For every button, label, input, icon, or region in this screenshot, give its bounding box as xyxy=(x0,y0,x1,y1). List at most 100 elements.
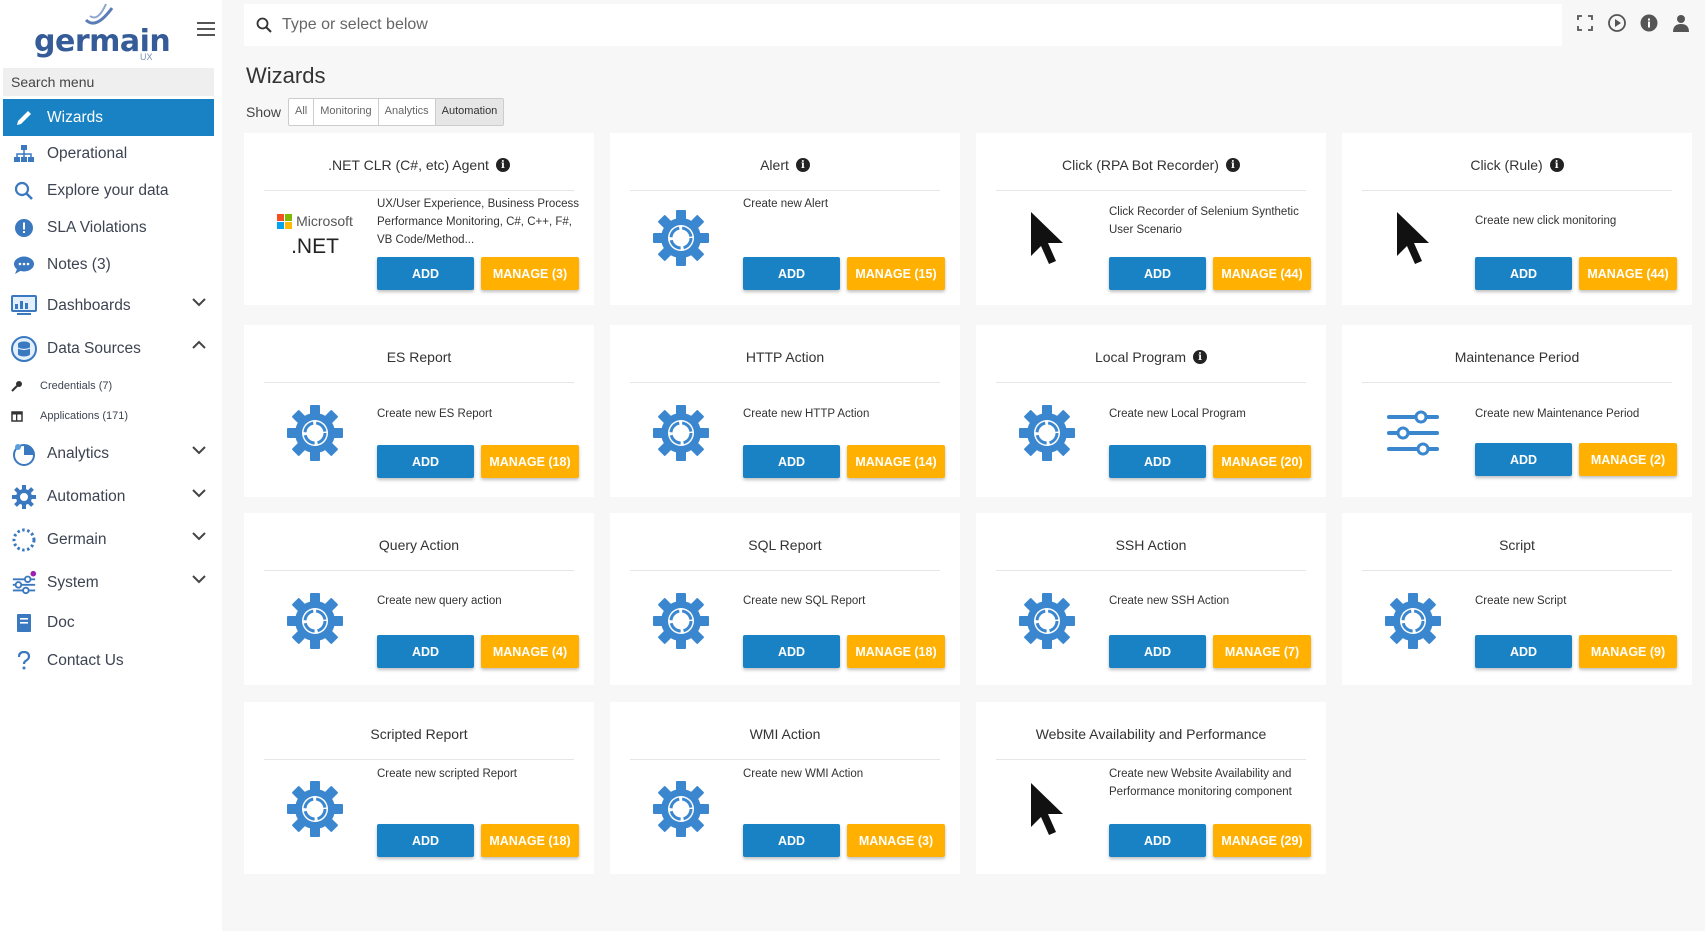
add-button[interactable]: ADD xyxy=(377,445,474,478)
divider xyxy=(996,759,1306,760)
manage-button[interactable]: MANAGE (2) xyxy=(1579,443,1677,476)
global-search-input[interactable] xyxy=(282,12,1082,38)
chevron-up-icon[interactable] xyxy=(192,340,206,350)
chevron-down-icon[interactable] xyxy=(192,488,206,498)
card-title: Scripted Report xyxy=(244,726,594,742)
microsoft-logo-icon xyxy=(277,213,293,229)
manage-button[interactable]: MANAGE (20) xyxy=(1213,445,1311,478)
info-icon[interactable]: i xyxy=(1549,158,1564,172)
hierarchy-icon xyxy=(11,142,37,166)
filter-monitoring[interactable]: Monitoring xyxy=(314,99,379,125)
top-search-bar xyxy=(244,4,1562,46)
sidebar-item-analytics[interactable]: Analytics xyxy=(3,436,214,472)
gear-icon xyxy=(1378,586,1448,656)
chevron-down-icon[interactable] xyxy=(192,297,206,307)
user-icon[interactable] xyxy=(1672,14,1690,32)
cursor-icon xyxy=(1012,774,1082,844)
chevron-down-icon[interactable] xyxy=(192,574,206,584)
add-button[interactable]: ADD xyxy=(377,824,474,857)
sidebar-item-sla[interactable]: SLA Violations xyxy=(3,210,214,246)
manage-button[interactable]: MANAGE (4) xyxy=(481,635,579,668)
germain-logo[interactable]: germain UX xyxy=(30,2,171,64)
manage-button[interactable]: MANAGE (15) xyxy=(847,257,945,290)
sidebar-subitem-credentials[interactable]: Credentials (7) xyxy=(10,375,112,397)
add-button[interactable]: ADD xyxy=(743,824,840,857)
gear-icon xyxy=(646,586,716,656)
info-icon[interactable]: i xyxy=(795,158,810,172)
play-icon[interactable] xyxy=(1608,14,1626,32)
wizard-card: Query Action Create new query action ADD MA… xyxy=(244,513,594,685)
add-button[interactable]: ADD xyxy=(1475,257,1572,290)
sidebar-item-data-sources[interactable]: Data Sources xyxy=(3,331,214,367)
wizard-card: Alert i Create new Alert ADD MANAGE (15) xyxy=(610,133,960,305)
sidebar-item-operational[interactable]: Operational xyxy=(3,136,214,172)
manage-button[interactable]: MANAGE (18) xyxy=(847,635,945,668)
manage-button[interactable]: MANAGE (44) xyxy=(1579,257,1677,290)
manage-button[interactable]: MANAGE (18) xyxy=(481,824,579,857)
add-button[interactable]: ADD xyxy=(1109,445,1206,478)
add-button[interactable]: ADD xyxy=(743,257,840,290)
info-icon[interactable] xyxy=(1640,14,1658,32)
sidebar-item-system[interactable]: System xyxy=(3,565,214,601)
chevron-down-icon[interactable] xyxy=(192,531,206,541)
wizard-card: WMI Action Create new WMI Action ADD MANAGE… xyxy=(610,702,960,874)
card-title: HTTP Action xyxy=(610,349,960,365)
manage-button[interactable]: MANAGE (44) xyxy=(1213,257,1311,290)
sidebar-item-doc[interactable]: Doc xyxy=(3,605,214,641)
info-icon[interactable]: i xyxy=(1193,350,1208,364)
sidebar-item-wizards[interactable]: Wizards xyxy=(3,99,214,136)
manage-button[interactable]: MANAGE (29) xyxy=(1213,824,1311,857)
book-icon xyxy=(11,611,37,635)
sidebar-item-germain[interactable]: Germain xyxy=(3,522,214,558)
filter-all[interactable]: All xyxy=(289,99,315,125)
info-icon[interactable]: i xyxy=(495,158,510,172)
card-title-text: Click (RPA Bot Recorder) xyxy=(1062,157,1219,173)
add-button[interactable]: ADD xyxy=(377,635,474,668)
card-description: Create new Local Program xyxy=(1109,408,1246,420)
microsoft-label: Microsoft xyxy=(296,213,353,229)
sliders-icon xyxy=(11,570,37,595)
filter-automation[interactable]: Automation xyxy=(435,99,504,125)
search-menu-input[interactable] xyxy=(3,68,214,96)
sidebar-item-label: Germain xyxy=(47,531,107,548)
card-title-text: .NET CLR (C#, etc) Agent xyxy=(328,157,489,173)
sidebar-item-automation[interactable]: Automation xyxy=(3,479,214,515)
sidebar-item-dashboards[interactable]: Dashboards xyxy=(3,288,214,324)
add-button[interactable]: ADD xyxy=(743,635,840,668)
manage-button[interactable]: MANAGE (7) xyxy=(1213,635,1311,668)
hamburger-menu-icon[interactable] xyxy=(197,22,215,38)
gear-icon xyxy=(280,586,350,656)
card-description: Create new SSH Action xyxy=(1109,595,1230,607)
add-button[interactable]: ADD xyxy=(1475,443,1572,476)
manage-button[interactable]: MANAGE (18) xyxy=(481,445,579,478)
gear-icon xyxy=(1012,586,1082,656)
manage-button[interactable]: MANAGE (3) xyxy=(481,257,579,290)
sidebar-item-notes[interactable]: Notes (3) xyxy=(3,247,214,283)
alert-circle-icon xyxy=(11,216,37,240)
manage-button[interactable]: MANAGE (9) xyxy=(1579,635,1677,668)
sidebar-item-label: Notes (3) xyxy=(47,256,111,273)
wizard-card: Maintenance Period Create new Maintenance… xyxy=(1342,325,1692,497)
add-button[interactable]: ADD xyxy=(1475,635,1572,668)
card-description: Create new HTTP Action xyxy=(743,408,870,420)
add-button[interactable]: ADD xyxy=(1109,824,1206,857)
divider xyxy=(630,570,940,571)
add-button[interactable]: ADD xyxy=(1109,635,1206,668)
sidebar-item-contact[interactable]: Contact Us xyxy=(3,643,214,679)
divider xyxy=(630,382,940,383)
fullscreen-icon[interactable] xyxy=(1576,14,1594,32)
sidebar-subitem-applications[interactable]: Applications (171) xyxy=(10,405,128,427)
add-button[interactable]: ADD xyxy=(743,445,840,478)
add-button[interactable]: ADD xyxy=(377,257,474,290)
manage-button[interactable]: MANAGE (3) xyxy=(847,824,945,857)
add-button[interactable]: ADD xyxy=(1109,257,1206,290)
sidebar-item-explore[interactable]: Explore your data xyxy=(3,173,214,209)
divider xyxy=(264,190,574,191)
info-icon[interactable]: i xyxy=(1225,158,1240,172)
card-title: Local Program i xyxy=(976,349,1326,365)
card-description: Create new scripted Report xyxy=(377,768,517,780)
manage-button[interactable]: MANAGE (14) xyxy=(847,445,945,478)
chevron-down-icon[interactable] xyxy=(192,445,206,455)
sidebar-item-label: Analytics xyxy=(47,445,110,462)
filter-analytics[interactable]: Analytics xyxy=(379,99,436,125)
